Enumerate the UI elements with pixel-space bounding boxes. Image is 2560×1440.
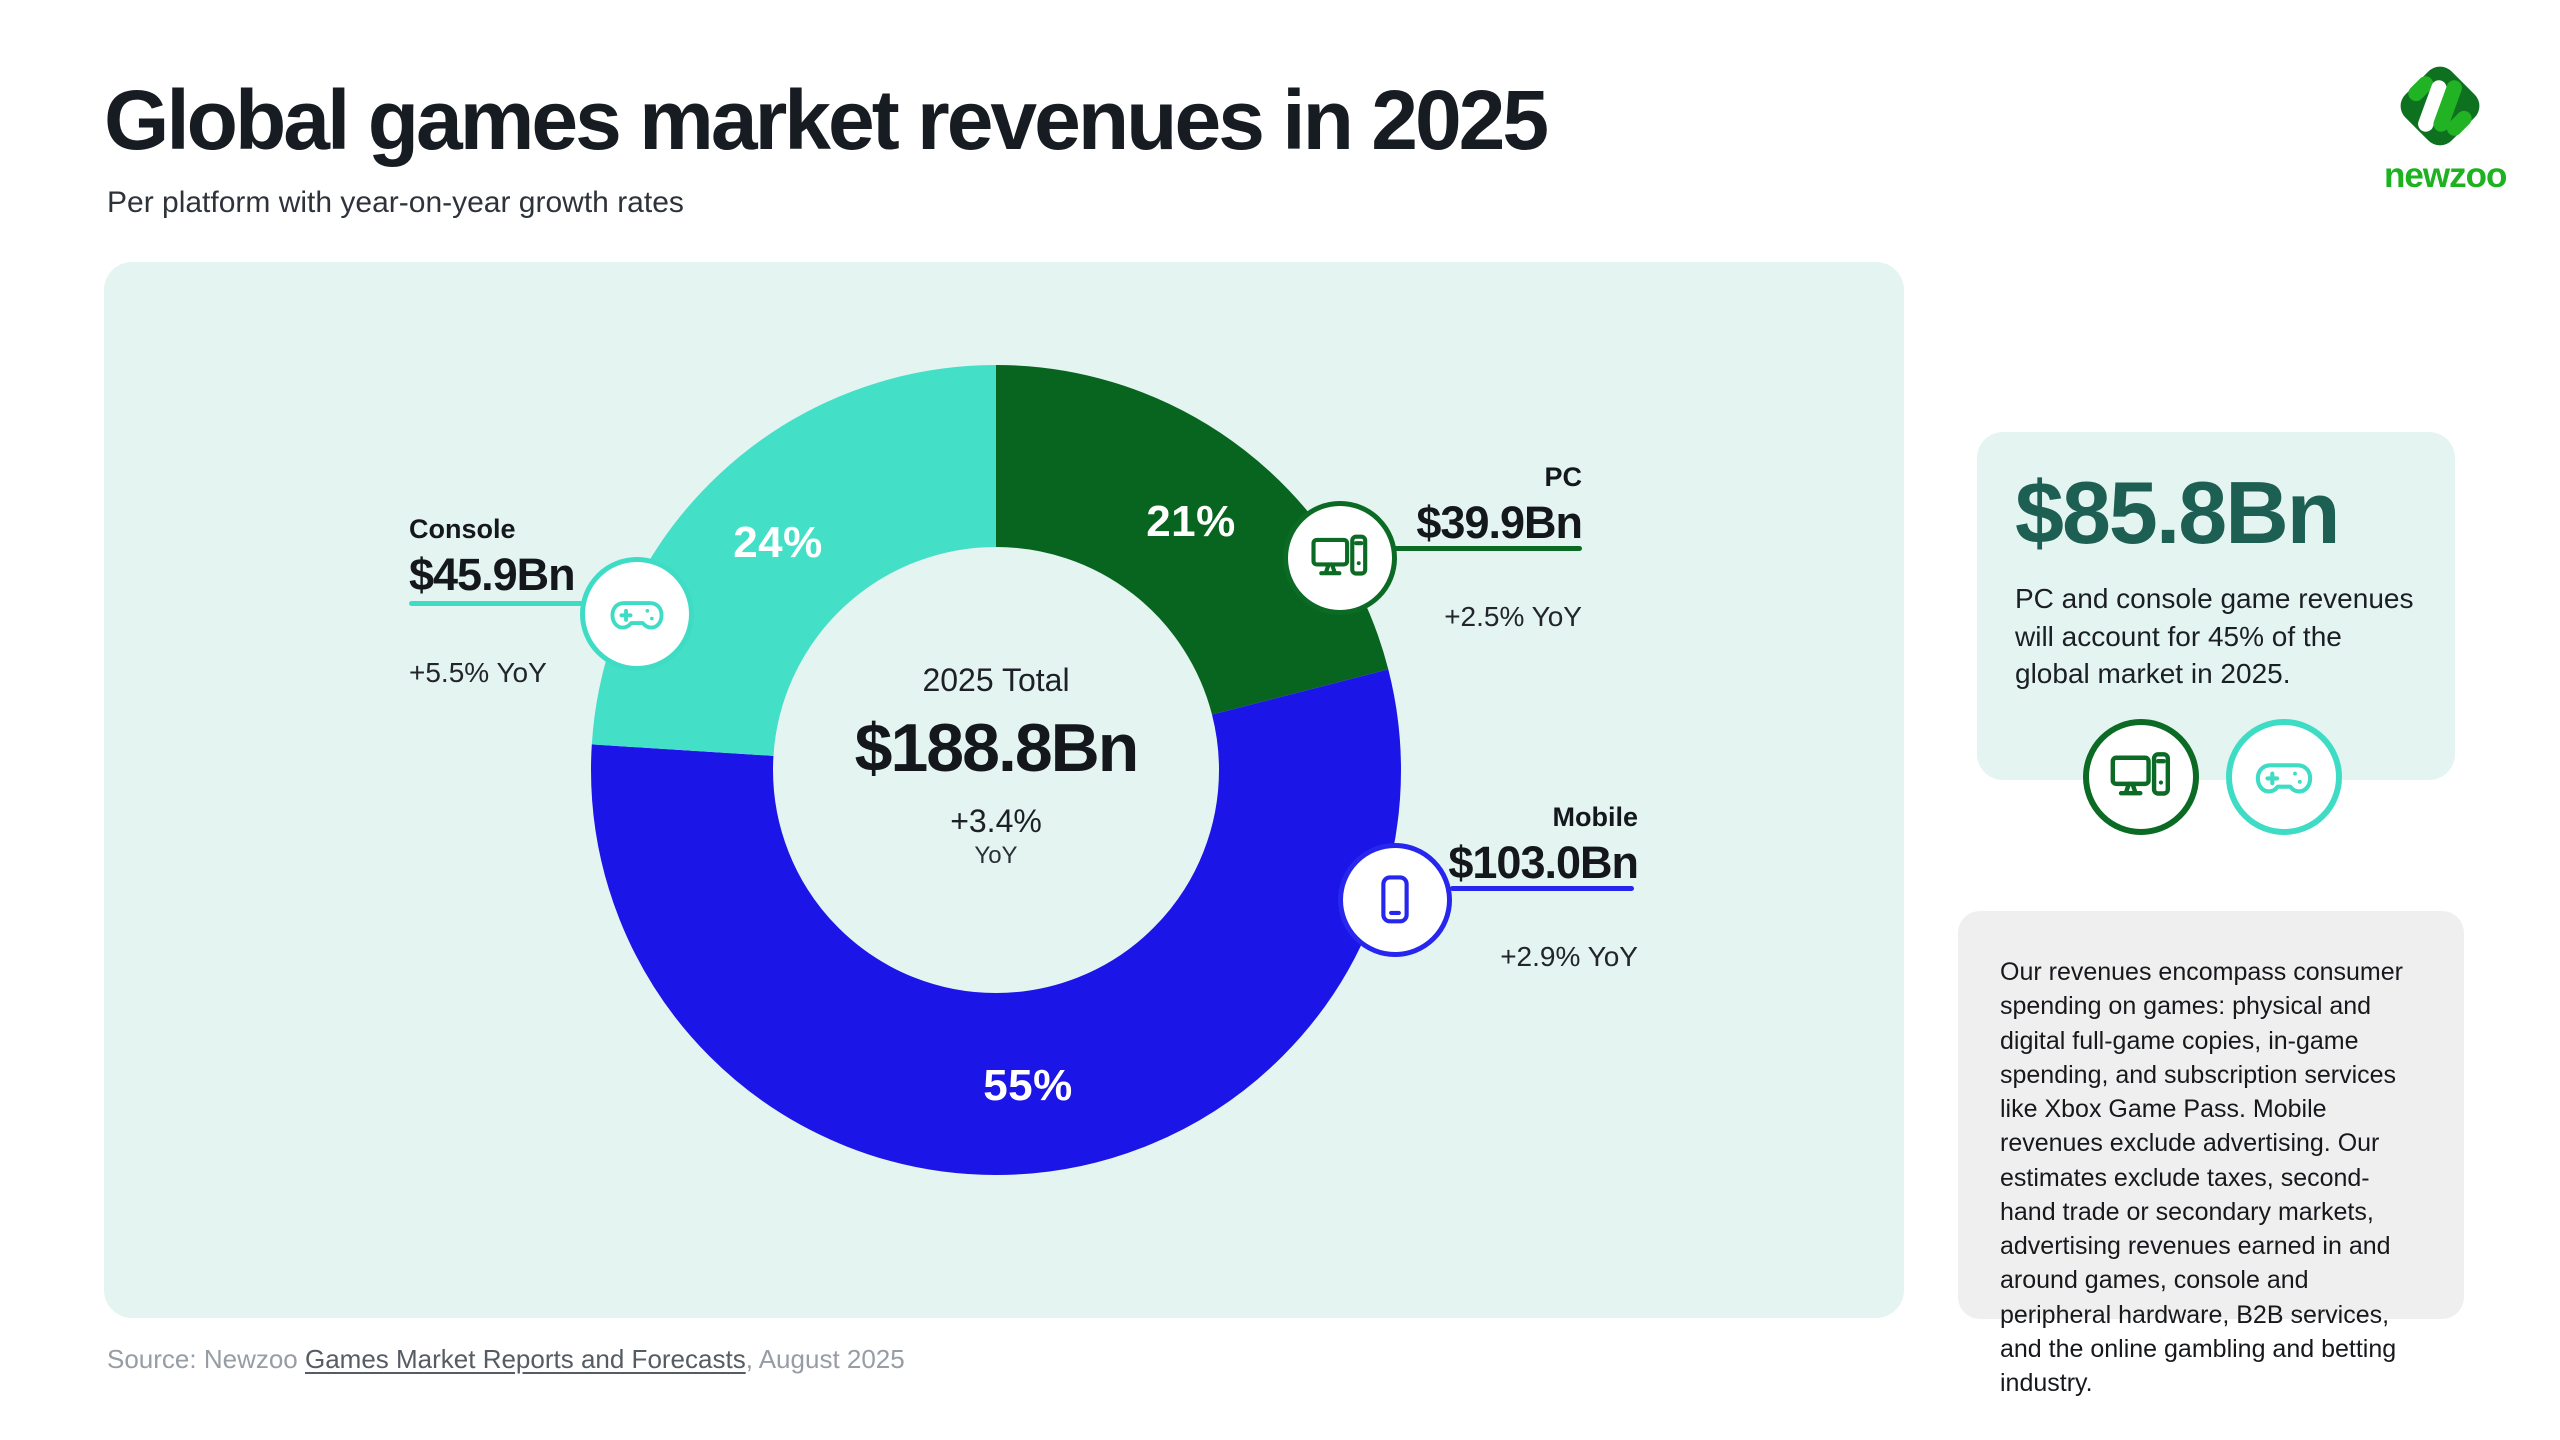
- desktop-pc-icon: [2108, 744, 2174, 810]
- total-label: 2025 Total: [766, 662, 1226, 699]
- console-ring-badge: [580, 557, 694, 671]
- pc-label: PC: [1416, 462, 1582, 493]
- total-value: $188.8Bn: [766, 709, 1226, 787]
- source-line: Source: Newzoo Games Market Reports and …: [107, 1344, 905, 1375]
- pc-callout: PC $39.9Bn +2.5% YoY: [1416, 462, 1582, 633]
- smartphone-icon: [1364, 869, 1426, 931]
- pc-yoy: +2.5% YoY: [1416, 601, 1582, 633]
- pc-badge: [2083, 719, 2199, 835]
- highlight-value: $85.8Bn: [2015, 462, 2417, 564]
- segment-share-console: 24%: [733, 518, 823, 568]
- console-yoy: +5.5% YoY: [409, 657, 575, 689]
- segment-share-mobile: 55%: [983, 1061, 1073, 1111]
- newzoo-logo-icon: [2392, 58, 2488, 154]
- segment-share-pc: 21%: [1146, 497, 1236, 547]
- newzoo-logo: newzoo: [2384, 58, 2496, 196]
- mobile-ring-badge: [1338, 843, 1452, 957]
- page-subtitle: Per platform with year-on-year growth ra…: [107, 186, 684, 220]
- note-panel: Our revenues encompass consumer spending…: [1958, 911, 2464, 1319]
- pc-ring-badge: [1283, 501, 1397, 615]
- donut-center: 2025 Total $188.8Bn +3.4% YoY: [766, 662, 1226, 870]
- highlight-panel: $85.8Bn PC and console game revenues wil…: [1977, 432, 2455, 780]
- source-prefix: Source: Newzoo: [107, 1344, 305, 1374]
- source-link[interactable]: Games Market Reports and Forecasts: [305, 1344, 746, 1374]
- highlight-text: PC and console game revenues will accoun…: [2015, 580, 2423, 693]
- source-suffix: , August 2025: [746, 1344, 905, 1374]
- note-text: Our revenues encompass consumer spending…: [2000, 955, 2422, 1400]
- gamepad-icon: [606, 583, 668, 645]
- console-callout: Console $45.9Bn +5.5% YoY: [409, 514, 575, 689]
- mobile-label: Mobile: [1448, 802, 1638, 833]
- infographic: Global games market revenues in 2025 Per…: [0, 0, 2560, 1440]
- pc-revenue: $39.9Bn: [1416, 497, 1582, 549]
- console-badge: [2226, 719, 2342, 835]
- gamepad-icon: [2251, 744, 2317, 810]
- mobile-yoy: +2.9% YoY: [1448, 941, 1638, 973]
- console-label: Console: [409, 514, 575, 545]
- mobile-revenue: $103.0Bn: [1448, 837, 1638, 889]
- newzoo-wordmark: newzoo: [2384, 156, 2496, 196]
- mobile-callout: Mobile $103.0Bn +2.9% YoY: [1448, 802, 1638, 973]
- desktop-pc-icon: [1309, 527, 1371, 589]
- page-title: Global games market revenues in 2025: [104, 72, 1546, 169]
- total-growth-unit: YoY: [766, 842, 1226, 870]
- total-growth: +3.4%: [766, 803, 1226, 840]
- console-revenue: $45.9Bn: [409, 549, 575, 601]
